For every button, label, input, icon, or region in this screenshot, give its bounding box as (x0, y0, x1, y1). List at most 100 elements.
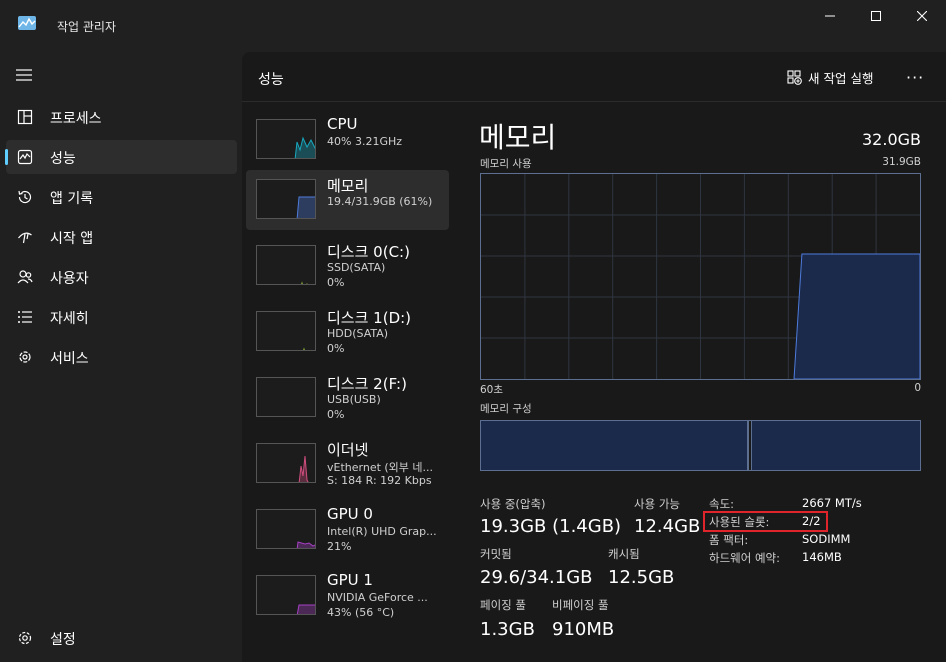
composition-in-use (481, 421, 749, 470)
gear-icon (18, 631, 32, 645)
nav-item-startup-apps[interactable]: 시작 앱 (6, 220, 237, 254)
disk-1-thumbnail (256, 311, 316, 351)
resource-disk-1[interactable]: 디스크 1(D:) HDD(SATA) 0% (246, 302, 449, 362)
cpu-thumbnail (256, 119, 316, 159)
composition-label: 메모리 구성 (480, 403, 532, 415)
window-title: 작업 관리자 (57, 20, 117, 34)
minimize-button[interactable] (807, 0, 853, 32)
graph-time-end: 0 (914, 382, 921, 394)
page-header: 성능 새 작업 실행 ··· (242, 52, 946, 102)
hardware-reserved-value: 146MB (802, 550, 842, 564)
resource-name: 디스크 0(C:) (327, 243, 410, 261)
in-use-label: 사용 중(압축) (480, 497, 546, 511)
sparkline (301, 281, 308, 284)
nav-item-details[interactable]: 자세히 (6, 300, 237, 334)
resource-name: GPU 1 (327, 571, 373, 589)
nonpaged-pool-label: 비페이징 풀 (552, 598, 609, 612)
run-new-task-button[interactable]: 새 작업 실행 (787, 68, 873, 87)
resource-usage: S: 184 R: 192 Kbps (327, 474, 432, 487)
nav-label: 성능 (50, 151, 76, 167)
resource-disk-0[interactable]: 디스크 0(C:) SSD(SATA) 0% (246, 236, 449, 296)
paged-pool-label: 페이징 풀 (480, 598, 526, 612)
nav-label: 서비스 (50, 351, 89, 367)
form-factor-value: SODIMM (802, 532, 851, 546)
memory-composition-bar (480, 420, 921, 471)
speed-value: 2667 MT/s (802, 496, 862, 510)
nav-item-users[interactable]: 사용자 (6, 260, 237, 294)
total-capacity: 32.0GB (862, 130, 921, 149)
available-value: 12.4GB (634, 516, 701, 537)
resource-disk-2[interactable]: 디스크 2(F:) USB(USB) 0% (246, 368, 449, 428)
resource-gpu-1[interactable]: GPU 1 NVIDIA GeForce ... 43% (56 °C) (246, 566, 449, 626)
new-task-icon (787, 70, 802, 85)
form-factor-key: 폼 팩터: (709, 533, 749, 547)
sparkline (296, 541, 315, 548)
performance-icon (17, 149, 33, 165)
resource-name: 디스크 1(D:) (327, 309, 412, 327)
resource-usage: 0% (327, 408, 345, 421)
hamburger-menu-icon[interactable] (16, 69, 32, 81)
disk-0-thumbnail (256, 245, 316, 285)
sparkline (303, 347, 305, 350)
nav-item-processes[interactable]: 프로세스 (6, 100, 237, 134)
memory-usage-graph (480, 173, 921, 380)
close-icon (917, 11, 927, 21)
resource-gpu-0[interactable]: GPU 0 Intel(R) UHD Grap... 21% (246, 500, 449, 560)
maximize-icon (871, 11, 881, 21)
nav-item-services[interactable]: 서비스 (6, 340, 237, 374)
nonpaged-pool-value: 910MB (552, 619, 615, 640)
resource-usage: 0% (327, 342, 345, 355)
resource-detail: Intel(R) UHD Grap... (327, 525, 437, 538)
graph-time-start: 60초 (480, 384, 504, 396)
nav-label: 시작 앱 (50, 231, 94, 247)
nav-item-app-history[interactable]: 앱 기록 (6, 180, 237, 214)
nav-item-performance[interactable]: 성능 (5, 140, 237, 174)
disk-2-thumbnail (256, 377, 316, 417)
resource-usage: 43% (56 °C) (327, 606, 395, 619)
resource-detail: 19.4/31.9GB (61%) (327, 195, 433, 208)
memory-usage-chart (481, 174, 921, 380)
gpu-0-thumbnail (256, 509, 316, 549)
nav-label: 앱 기록 (50, 191, 94, 207)
resource-title: 메모리 (479, 121, 557, 154)
details-icon (18, 311, 32, 323)
ethernet-thumbnail (256, 443, 316, 483)
resource-name: CPU (327, 115, 358, 133)
resource-name: 이더넷 (327, 441, 369, 459)
speed-key: 속도: (709, 497, 735, 511)
nav-item-settings[interactable]: 설정 (6, 621, 237, 655)
sparkline (296, 196, 315, 218)
close-button[interactable] (899, 0, 945, 32)
paged-pool-value: 1.3GB (480, 619, 535, 640)
more-options-button[interactable]: ··· (906, 68, 924, 87)
graph-label: 메모리 사용 (480, 158, 532, 170)
resource-ethernet[interactable]: 이더넷 vEthernet (외부 네... S: 184 R: 192 Kbp… (246, 434, 449, 494)
minimize-icon (825, 15, 835, 17)
committed-value: 29.6/34.1GB (480, 567, 593, 588)
nav-label: 자세히 (50, 311, 89, 327)
resource-usage: 0% (327, 276, 345, 289)
resource-cpu[interactable]: CPU 40% 3.21GHz (246, 110, 449, 170)
gpu-1-thumbnail (256, 575, 316, 615)
resource-detail: SSD(SATA) (327, 261, 386, 274)
cached-value: 12.5GB (608, 567, 675, 588)
users-icon (17, 270, 33, 284)
services-icon (19, 351, 31, 363)
resource-usage: 21% (327, 540, 352, 553)
nav-label: 설정 (50, 632, 76, 648)
resource-name: 디스크 2(F:) (327, 375, 407, 393)
navigation-pane: 프로세스 성능 앱 기록 시작 앱 사용자 자세히 서비스 설정 (0, 50, 242, 662)
resource-detail: HDD(SATA) (327, 327, 389, 340)
app-history-icon (18, 190, 32, 204)
resource-detail: NVIDIA GeForce ... (327, 591, 428, 604)
in-use-value: 19.3GB (1.4GB) (480, 516, 622, 537)
resource-memory[interactable]: 메모리 19.4/31.9GB (61%) (246, 170, 449, 230)
sparkline (298, 455, 309, 482)
startup-apps-icon (18, 232, 32, 244)
resource-name: GPU 0 (327, 505, 373, 523)
composition-available (751, 421, 920, 470)
resource-detail: USB(USB) (327, 393, 381, 406)
maximize-button[interactable] (853, 0, 899, 32)
resource-name: 메모리 (327, 177, 369, 195)
memory-usage-area (793, 253, 921, 380)
